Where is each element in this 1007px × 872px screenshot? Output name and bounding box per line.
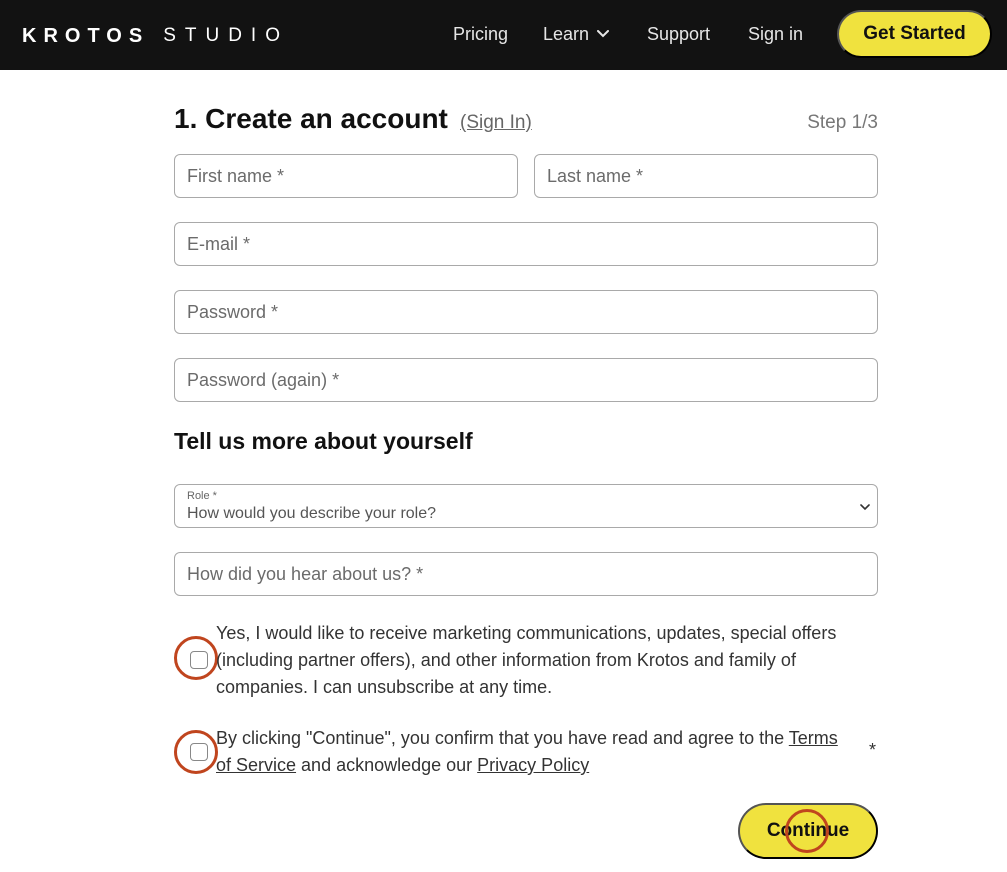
step-indicator: Step 1/3 (807, 112, 878, 133)
first-name-input[interactable] (175, 155, 517, 197)
terms-agreement-checkbox[interactable] (190, 743, 208, 761)
nav-learn-label: Learn (543, 24, 590, 44)
nav-sign-in-link[interactable]: Sign in (748, 22, 803, 46)
marketing-consent-text: Yes, I would like to receive marketing c… (216, 623, 837, 697)
terms-middle-text: and acknowledge our (296, 755, 478, 775)
terms-prefix-text: By clicking "Continue", you confirm that… (216, 728, 789, 748)
nav-support-link[interactable]: Support (647, 22, 710, 46)
nav-learn-dropdown[interactable]: Learn (543, 22, 610, 46)
first-name-field (174, 154, 518, 198)
logo-studio-text: STUDIO (163, 25, 289, 46)
continue-button[interactable]: Continue (738, 803, 878, 859)
about-yourself-heading: Tell us more about yourself (174, 428, 473, 454)
password-again-input[interactable] (175, 359, 877, 401)
role-select-label: Role * (187, 490, 217, 502)
role-select-value: How would you describe your role? (187, 505, 437, 522)
logo-krotos-text: KROTOS (22, 24, 150, 47)
nav-pricing-link[interactable]: Pricing (453, 22, 508, 46)
top-navigation-bar: KROTOS STUDIO Pricing Learn Support Sign… (0, 0, 1007, 70)
chevron-down-icon (859, 500, 871, 518)
terms-agreement-text: By clicking "Continue", you confirm that… (216, 725, 856, 779)
email-field (174, 222, 878, 266)
chevron-down-icon (597, 30, 610, 38)
last-name-input[interactable] (535, 155, 877, 197)
marketing-consent-checkbox[interactable] (190, 651, 208, 669)
required-marker: * (869, 740, 877, 760)
privacy-policy-link[interactable]: Privacy Policy (477, 755, 589, 775)
get-started-button[interactable]: Get Started (837, 10, 992, 58)
password-again-field (174, 358, 878, 402)
password-input[interactable] (175, 291, 877, 333)
krotos-studio-logo[interactable]: KROTOS STUDIO (22, 25, 289, 47)
hear-about-us-input[interactable] (175, 553, 877, 595)
role-select[interactable]: Role * How would you describe your role? (174, 484, 878, 528)
sign-in-link[interactable]: (Sign In) (460, 112, 532, 134)
last-name-field (534, 154, 878, 198)
page-title: 1. Create an account (174, 103, 448, 134)
hear-about-us-field (174, 552, 878, 596)
email-input[interactable] (175, 223, 877, 265)
password-field (174, 290, 878, 334)
